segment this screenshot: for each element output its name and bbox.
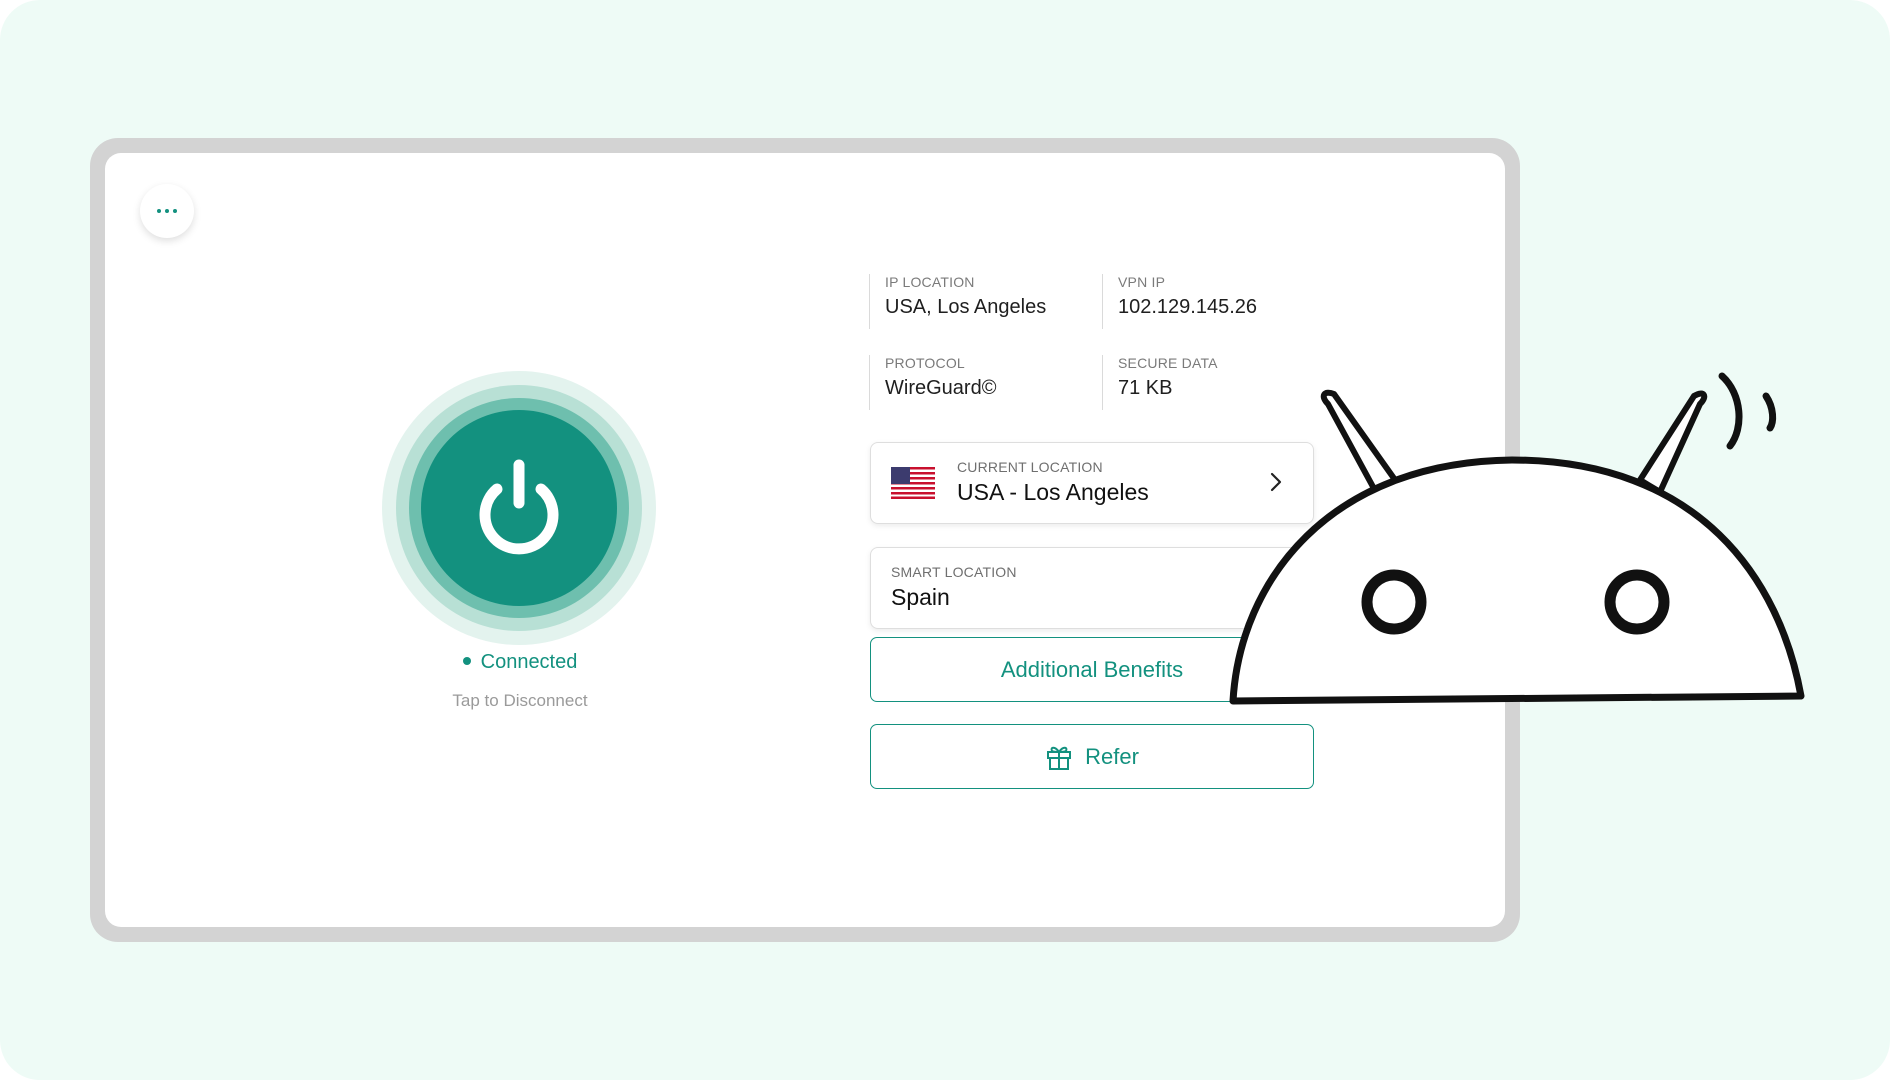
gift-icon [1047, 746, 1072, 770]
vpn-ip-value: 102.129.145.26 [1118, 296, 1258, 318]
smart-location-card[interactable]: SMART LOCATION Spain [870, 547, 1314, 629]
additional-benefits-button[interactable]: Additional Benefits [870, 637, 1314, 702]
app-screen: Connected Tap to Disconnect IP LOCATION … [105, 153, 1505, 927]
ip-location-value: USA, Los Angeles [885, 296, 1047, 318]
ip-location-label: IP LOCATION [885, 274, 975, 290]
chevron-right-icon [1270, 472, 1282, 492]
vpn-ip-label: VPN IP [1118, 274, 1166, 290]
divider [869, 355, 870, 410]
refer-label: Refer [1085, 743, 1139, 769]
smart-location-value: Spain [891, 584, 950, 610]
protocol-value: WireGuard© [885, 377, 997, 399]
power-icon [479, 459, 559, 555]
secure-data-value: 71 KB [1118, 377, 1173, 399]
current-location-card[interactable]: CURRENT LOCATION USA - Los Angeles [870, 442, 1314, 524]
tap-to-disconnect-hint: Tap to Disconnect [452, 691, 588, 710]
refer-button[interactable]: Refer [870, 724, 1314, 789]
current-location-value: USA - Los Angeles [957, 479, 1149, 505]
divider [869, 274, 870, 329]
divider [1102, 355, 1103, 410]
connection-status: Connected [345, 651, 695, 674]
status-label: Connected [480, 651, 578, 673]
connect-toggle[interactable] [382, 371, 656, 645]
smart-location-label: SMART LOCATION [891, 564, 1017, 580]
usa-flag-icon [891, 467, 935, 499]
secure-data-label: SECURE DATA [1118, 355, 1218, 371]
protocol-label: PROTOCOL [885, 355, 965, 371]
chevron-down-icon [1265, 584, 1277, 592]
additional-benefits-label: Additional Benefits [1000, 656, 1184, 682]
tablet-frame: Connected Tap to Disconnect IP LOCATION … [90, 138, 1520, 942]
power-button[interactable] [421, 410, 617, 606]
more-horizontal-icon [157, 209, 177, 213]
divider [1102, 274, 1103, 329]
status-dot [462, 656, 471, 665]
current-location-label: CURRENT LOCATION [957, 459, 1103, 475]
more-menu-button[interactable] [140, 184, 194, 238]
